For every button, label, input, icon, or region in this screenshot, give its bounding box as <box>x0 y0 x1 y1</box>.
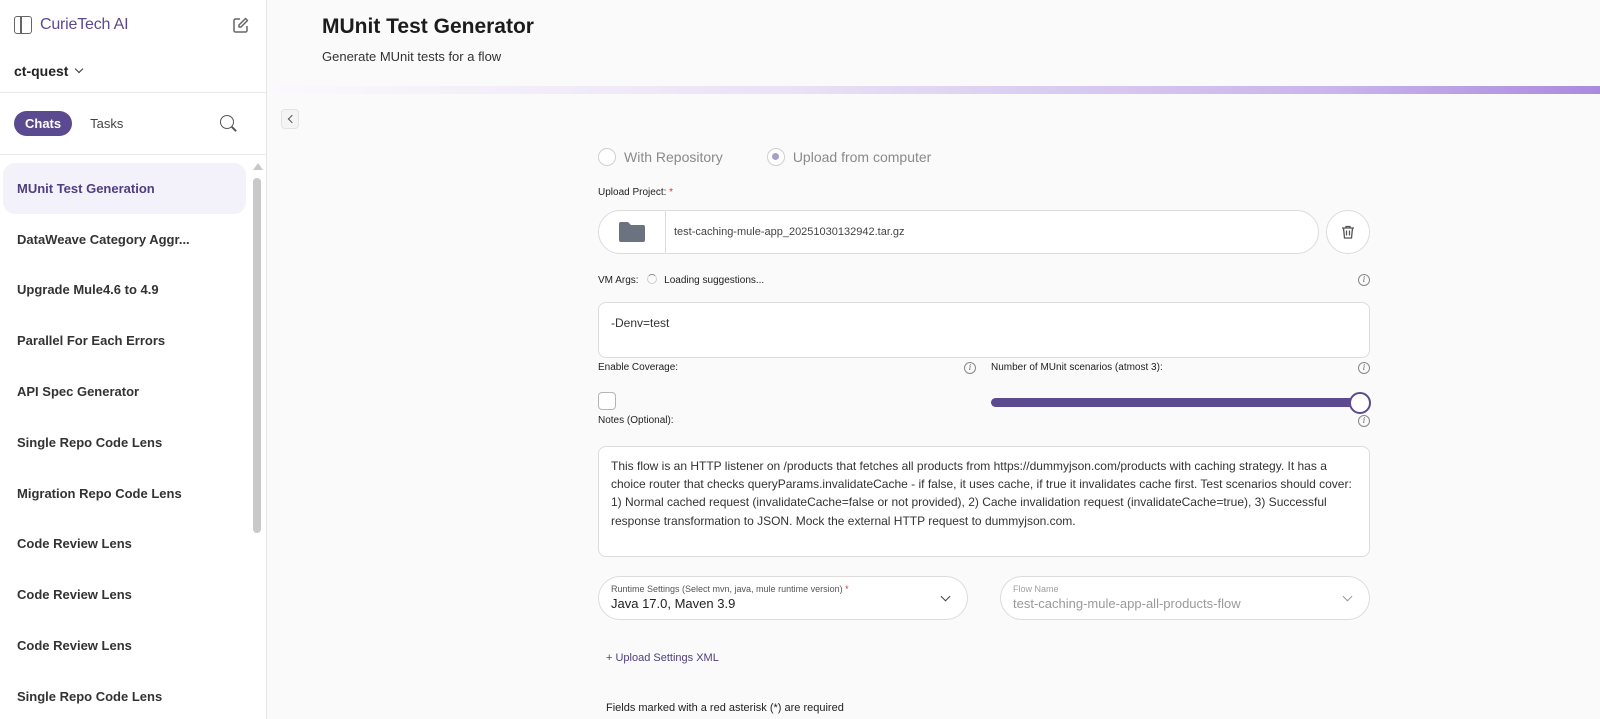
loading-spinner-icon <box>647 274 658 284</box>
sidebar-scrollbar[interactable] <box>252 163 263 719</box>
list-item[interactable]: Single Repo Code Lens <box>0 671 250 719</box>
select-value: Java 17.0, Maven 3.9 <box>611 596 736 611</box>
runtime-settings-select[interactable]: Runtime Settings (Select mvn, java, mule… <box>598 576 968 620</box>
loading-text: Loading suggestions... <box>664 275 765 286</box>
folder-picker-button[interactable] <box>599 211 666 253</box>
list-item[interactable]: MUnit Test Generation <box>3 163 246 214</box>
search-icon[interactable] <box>220 114 238 133</box>
info-icon[interactable]: i <box>1358 362 1370 374</box>
list-item[interactable]: API Spec Generator <box>0 366 250 417</box>
list-item[interactable]: Migration Repo Code Lens <box>0 468 250 519</box>
flow-name-select[interactable]: Flow Name test-caching-mule-app-all-prod… <box>1000 576 1370 620</box>
delete-file-button[interactable] <box>1326 210 1370 254</box>
vm-args-input[interactable]: -Denv=test <box>598 302 1370 358</box>
brand-logo: CurieTech AI <box>40 16 129 33</box>
trash-icon <box>1342 225 1354 239</box>
page-header: MUnit Test Generator Generate MUnit test… <box>268 0 1600 86</box>
list-item[interactable]: Parallel For Each Errors <box>0 315 250 366</box>
page-title: MUnit Test Generator <box>322 15 534 38</box>
chat-list: MUnit Test Generation DataWeave Category… <box>0 163 250 719</box>
upload-settings-xml-link[interactable]: + Upload Settings XML <box>606 652 719 664</box>
collapse-panel-button[interactable] <box>281 109 299 129</box>
list-item[interactable]: Code Review Lens <box>0 569 250 620</box>
scenarios-slider-track[interactable] <box>991 398 1361 407</box>
page-subtitle: Generate MUnit tests for a flow <box>322 49 502 64</box>
list-item[interactable]: Code Review Lens <box>0 620 250 671</box>
workspace-selector[interactable]: ct-quest <box>0 50 266 92</box>
scroll-up-arrow-icon[interactable] <box>253 163 263 170</box>
sidebar-header: CurieTech AI <box>0 0 266 50</box>
label-text: Runtime Settings (Select mvn, java, mule… <box>611 584 843 594</box>
workspace-name: ct-quest <box>14 63 69 79</box>
enable-coverage-checkbox[interactable] <box>598 392 616 410</box>
info-icon[interactable]: i <box>964 362 976 374</box>
radio-label: Upload from computer <box>792 149 932 165</box>
label-text: Upload Project: <box>598 187 667 198</box>
uploaded-filename: test-caching-mule-app_20251030132942.tar… <box>674 226 905 238</box>
upload-project-label: Upload Project: * <box>598 187 673 198</box>
radio-with-repository[interactable] <box>598 148 616 166</box>
required-fields-note: Fields marked with a red asterisk (*) ar… <box>606 702 844 714</box>
scrollbar-thumb[interactable] <box>253 178 261 533</box>
sidebar: CurieTech AI ct-quest Chats Tasks MUnit … <box>0 0 267 719</box>
tab-chats[interactable]: Chats <box>14 111 73 136</box>
select-label: Flow Name <box>1013 584 1059 594</box>
chevron-down-icon <box>75 64 84 74</box>
info-icon[interactable]: i <box>1358 274 1370 286</box>
notes-textarea[interactable]: This flow is an HTTP listener on /produc… <box>598 446 1370 557</box>
sidebar-toggle-icon[interactable] <box>14 16 32 34</box>
scenarios-slider-handle[interactable] <box>1349 392 1371 414</box>
select-value: test-caching-mule-app-all-products-flow <box>1013 596 1241 611</box>
required-asterisk: * <box>669 187 674 198</box>
scenarios-label: Number of MUnit scenarios (atmost 3): <box>991 362 1163 373</box>
list-item[interactable]: Code Review Lens <box>0 519 250 570</box>
sidebar-tabs: Chats Tasks <box>0 93 266 155</box>
list-item[interactable]: Single Repo Code Lens <box>0 417 250 468</box>
list-item[interactable]: DataWeave Category Aggr... <box>0 214 250 265</box>
folder-icon <box>619 222 645 242</box>
label-text: VM Args: <box>598 275 639 286</box>
list-item[interactable]: Upgrade Mule4.6 to 4.9 <box>0 265 250 316</box>
radio-upload-from-computer[interactable] <box>766 148 785 166</box>
header-gradient-bar <box>268 86 1600 94</box>
required-asterisk: * <box>845 584 849 594</box>
vm-args-label: VM Args: Loading suggestions... <box>598 274 764 286</box>
radio-label: With Repository <box>624 149 723 165</box>
enable-coverage-label: Enable Coverage: <box>598 362 679 373</box>
new-chat-icon[interactable] <box>230 14 252 36</box>
upload-project-field[interactable]: test-caching-mule-app_20251030132942.tar… <box>598 210 1319 254</box>
source-options: With Repository Upload from computer <box>598 148 975 166</box>
tab-tasks[interactable]: Tasks <box>90 116 123 131</box>
chevron-left-icon <box>287 114 296 124</box>
select-label: Runtime Settings (Select mvn, java, mule… <box>611 584 955 594</box>
info-icon[interactable]: i <box>1358 415 1370 427</box>
notes-label: Notes (Optional): <box>598 415 674 426</box>
